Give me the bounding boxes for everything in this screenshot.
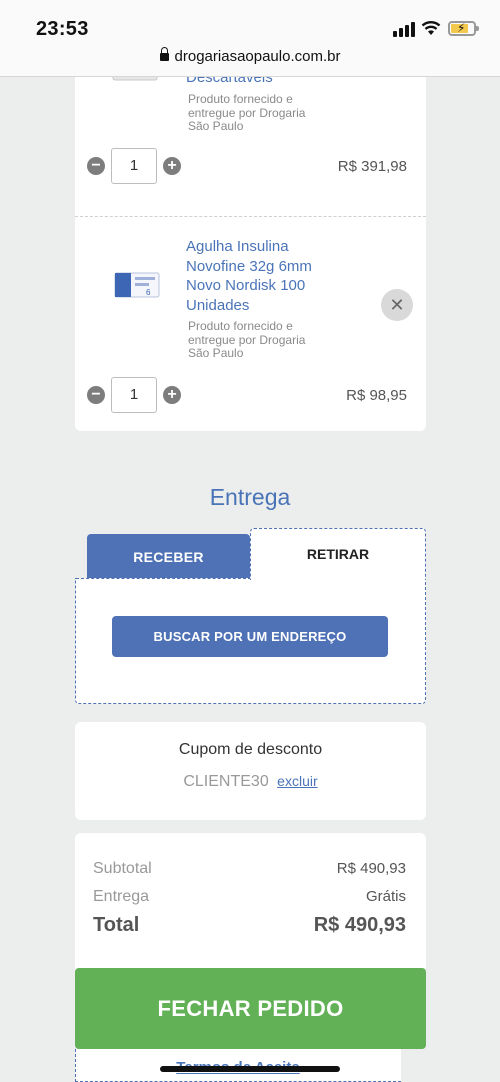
coupon-title: Cupom de desconto (178, 741, 323, 758)
coupon-row: CLIENTE30 excluir (75, 773, 426, 791)
cart-item: 6 Agulha Insulina Novofine 32g 6mm Novo … (75, 217, 426, 431)
quantity-input[interactable]: 1 (111, 148, 157, 184)
cart-items-card: Descartáveis Produto fornecido e entregu… (75, 60, 426, 431)
checkout-button[interactable]: FECHAR PEDIDO (75, 968, 426, 1049)
product-seller: Produto fornecido e entregue por Drogari… (188, 319, 306, 360)
total-value: R$ 490,93 (313, 914, 406, 936)
status-time: 23:53 (36, 18, 89, 40)
search-address-button[interactable]: BUSCAR POR UM ENDEREÇO (112, 616, 388, 657)
plus-circle-icon[interactable]: + (163, 157, 181, 175)
coupon-code: CLIENTE30 (183, 773, 269, 790)
url-text: drogariasaopaulo.com.br (174, 48, 341, 65)
total-label: Total (93, 914, 140, 936)
coupon-remove-link[interactable]: excluir (277, 773, 317, 789)
cart-item: Descartáveis Produto fornecido e entregu… (75, 60, 426, 216)
cellular-signal-icon (393, 22, 415, 37)
lock-icon (159, 47, 169, 61)
tab-retirar[interactable]: RETIRAR (250, 528, 426, 580)
delivery-value: Grátis (365, 888, 406, 905)
x-icon: ✕ (389, 295, 405, 315)
subtotal-value: R$ 490,93 (336, 860, 406, 877)
delivery-row: Entrega Grátis (93, 888, 406, 906)
order-summary-card: Subtotal R$ 490,93 Entrega Grátis Total … (75, 833, 426, 983)
quantity-input[interactable]: 1 (111, 377, 157, 413)
remove-item-button[interactable]: ✕ (381, 289, 413, 321)
address-bar[interactable]: drogariasaopaulo.com.br (0, 47, 500, 65)
coupon-card: Cupom de desconto CLIENTE30 excluir (75, 722, 426, 820)
product-image: 6 (114, 272, 160, 298)
battery-charging-icon: ⚡ (448, 21, 479, 36)
terms-box-border (75, 1049, 76, 1082)
svg-text:6: 6 (146, 288, 151, 297)
wifi-icon (421, 21, 441, 35)
product-seller: Produto fornecido e entregue por Drogari… (188, 92, 306, 133)
home-indicator (160, 1066, 340, 1072)
minus-circle-icon[interactable]: − (87, 386, 105, 404)
minus-circle-icon[interactable]: − (87, 157, 105, 175)
total-row: Total R$ 490,93 (93, 914, 406, 937)
delivery-section-title: Entrega (209, 484, 291, 510)
browser-top-bar: 23:53 ⚡ drogariasaopaulo.com.br (0, 0, 500, 77)
product-name[interactable]: Agulha Insulina Novofine 32g 6mm Novo No… (186, 237, 346, 315)
item-price: R$ 98,95 (346, 387, 407, 404)
item-price: R$ 391,98 (337, 158, 407, 175)
delivery-label: Entrega (93, 888, 150, 905)
subtotal-row: Subtotal R$ 490,93 (93, 860, 406, 878)
quantity-stepper: − 1 + (87, 148, 181, 184)
tab-receber[interactable]: RECEBER (87, 534, 250, 580)
subtotal-label: Subtotal (93, 860, 152, 877)
plus-circle-icon[interactable]: + (163, 386, 181, 404)
quantity-stepper: − 1 + (87, 377, 181, 413)
